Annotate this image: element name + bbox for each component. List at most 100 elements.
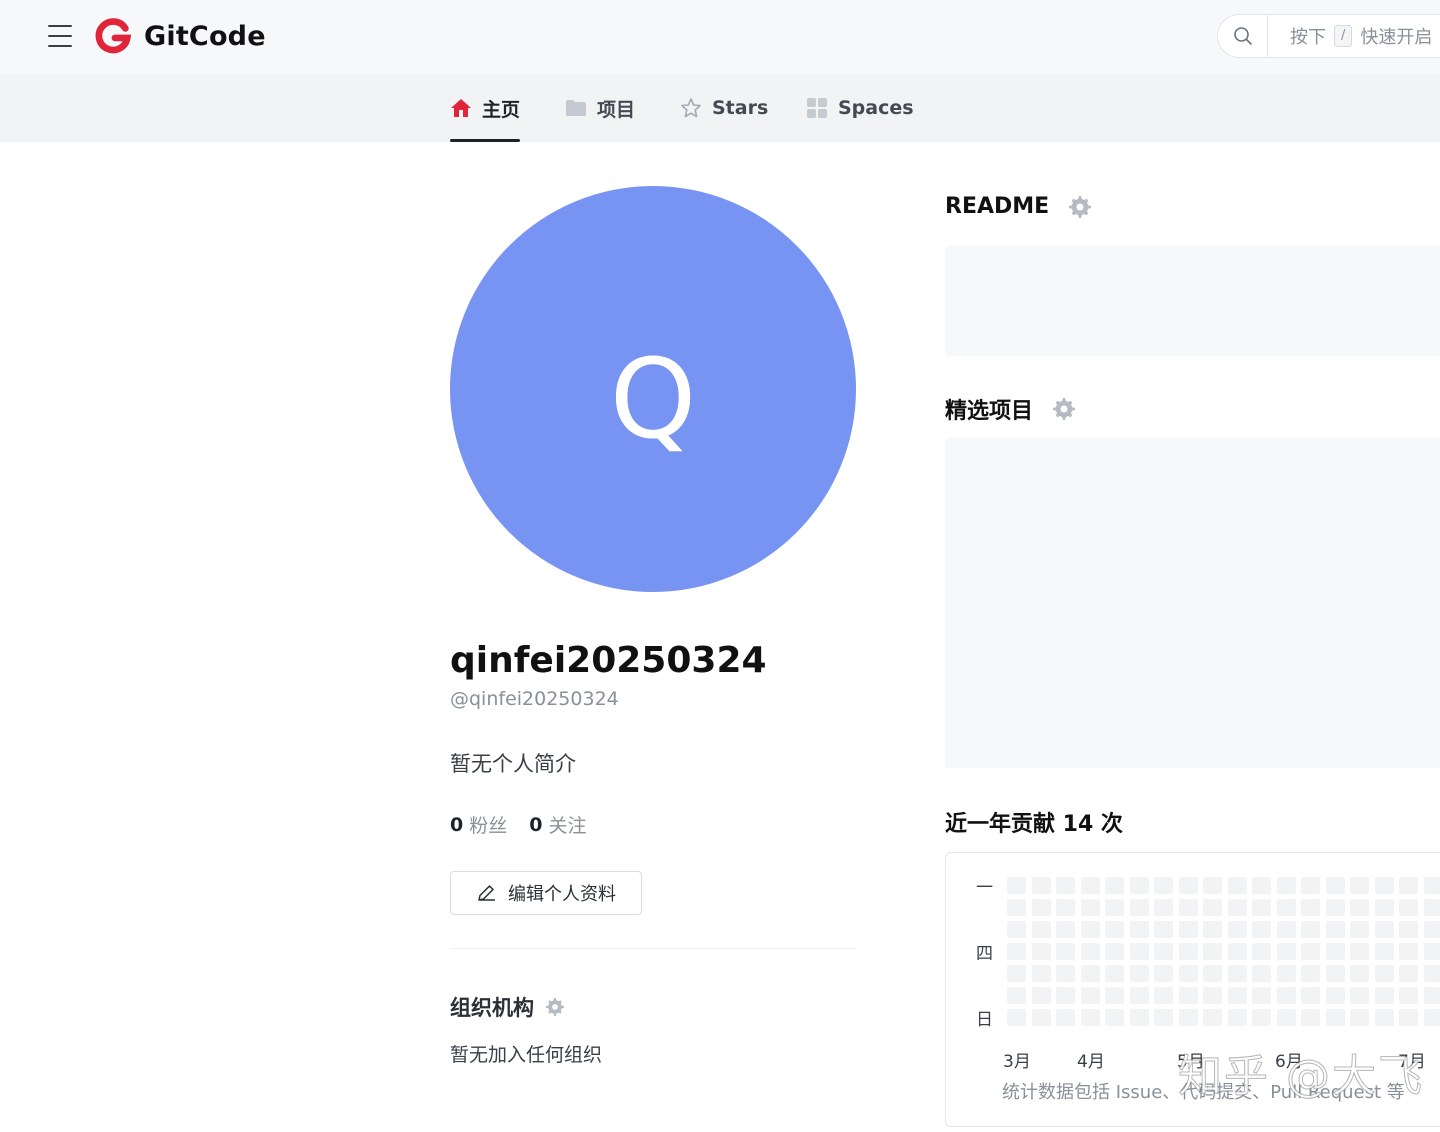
following-count[interactable]: 0 [529, 814, 542, 836]
contribution-cell[interactable] [1252, 899, 1271, 916]
contribution-cell[interactable] [1252, 987, 1271, 1004]
contribution-cell[interactable] [1154, 899, 1173, 916]
contribution-cell[interactable] [1325, 921, 1345, 938]
contribution-cell[interactable] [1301, 943, 1320, 960]
contribution-cell[interactable] [1374, 943, 1394, 960]
contribution-cell[interactable] [1007, 877, 1026, 894]
contribution-cell[interactable] [1031, 921, 1051, 938]
contribution-cell[interactable] [1301, 1009, 1320, 1026]
search-icon[interactable] [1218, 15, 1268, 57]
contribution-cell[interactable] [1423, 1009, 1440, 1026]
contribution-cell[interactable] [1080, 987, 1100, 1004]
contribution-cell[interactable] [1350, 987, 1369, 1004]
contribution-cell[interactable] [1350, 1009, 1369, 1026]
contribution-cell[interactable] [1276, 1009, 1296, 1026]
contribution-cell[interactable] [1105, 987, 1124, 1004]
contribution-cell[interactable] [1105, 965, 1124, 982]
contribution-cell[interactable] [1350, 965, 1369, 982]
contribution-cell[interactable] [1423, 943, 1440, 960]
contribution-cell[interactable] [1374, 921, 1394, 938]
contribution-cell[interactable] [1105, 1009, 1124, 1026]
contribution-cell[interactable] [1325, 1009, 1345, 1026]
contribution-cell[interactable] [1129, 965, 1149, 982]
search-box[interactable]: 按下 / 快速开启 [1217, 14, 1440, 58]
contribution-cell[interactable] [1203, 965, 1222, 982]
contribution-cell[interactable] [1399, 965, 1418, 982]
contribution-cell[interactable] [1154, 1009, 1173, 1026]
contribution-cell[interactable] [1056, 965, 1075, 982]
contribution-cell[interactable] [1399, 921, 1418, 938]
contribution-cell[interactable] [1056, 987, 1075, 1004]
contribution-cell[interactable] [1325, 987, 1345, 1004]
contribution-cell[interactable] [1105, 921, 1124, 938]
contribution-cell[interactable] [1227, 1009, 1247, 1026]
contribution-cell[interactable] [1178, 987, 1198, 1004]
contribution-cell[interactable] [1203, 987, 1222, 1004]
contribution-cell[interactable] [1325, 877, 1345, 894]
contribution-cell[interactable] [1154, 877, 1173, 894]
contribution-cell[interactable] [1423, 965, 1440, 982]
contribution-cell[interactable] [1129, 1009, 1149, 1026]
contribution-cell[interactable] [1374, 987, 1394, 1004]
contribution-cell[interactable] [1252, 943, 1271, 960]
contribution-cell[interactable] [1203, 921, 1222, 938]
contribution-cell[interactable] [1080, 943, 1100, 960]
contribution-cell[interactable] [1056, 921, 1075, 938]
contribution-cell[interactable] [1301, 877, 1320, 894]
contribution-cell[interactable] [1276, 987, 1296, 1004]
contribution-cell[interactable] [1080, 921, 1100, 938]
contribution-cell[interactable] [1399, 987, 1418, 1004]
contribution-cell[interactable] [1007, 1009, 1026, 1026]
contribution-cell[interactable] [1350, 943, 1369, 960]
contribution-cell[interactable] [1423, 877, 1440, 894]
contribution-cell[interactable] [1203, 877, 1222, 894]
contribution-cell[interactable] [1129, 899, 1149, 916]
contribution-cell[interactable] [1227, 877, 1247, 894]
contribution-cell[interactable] [1031, 877, 1051, 894]
gear-icon[interactable] [1053, 398, 1076, 420]
gear-icon[interactable] [1069, 195, 1092, 218]
contribution-cell[interactable] [1423, 899, 1440, 916]
contribution-cell[interactable] [1154, 987, 1173, 1004]
contribution-cell[interactable] [1252, 921, 1271, 938]
contribution-cell[interactable] [1350, 877, 1369, 894]
contribution-cell[interactable] [1105, 943, 1124, 960]
contribution-cell[interactable] [1350, 921, 1369, 938]
contribution-cell[interactable] [1007, 943, 1026, 960]
contribution-cell[interactable] [1374, 877, 1394, 894]
contribution-cell[interactable] [1178, 1009, 1198, 1026]
contribution-cell[interactable] [1276, 965, 1296, 982]
contribution-cell[interactable] [1080, 899, 1100, 916]
contribution-cell[interactable] [1031, 965, 1051, 982]
contribution-cell[interactable] [1056, 899, 1075, 916]
contribution-cell[interactable] [1374, 1009, 1394, 1026]
contribution-cell[interactable] [1350, 899, 1369, 916]
gitcode-logo[interactable]: GitCode [94, 16, 266, 56]
contribution-cell[interactable] [1227, 921, 1247, 938]
contribution-cell[interactable] [1227, 899, 1247, 916]
contribution-cell[interactable] [1056, 1009, 1075, 1026]
contribution-cell[interactable] [1178, 877, 1198, 894]
contribution-cell[interactable] [1423, 921, 1440, 938]
contribution-cell[interactable] [1129, 921, 1149, 938]
contribution-cell[interactable] [1325, 943, 1345, 960]
search-hint[interactable]: 按下 / 快速开启 [1268, 23, 1432, 49]
contribution-cell[interactable] [1203, 1009, 1222, 1026]
contribution-cell[interactable] [1178, 921, 1198, 938]
contribution-cell[interactable] [1178, 943, 1198, 960]
followers-label[interactable]: 粉丝 [469, 811, 507, 838]
contribution-cell[interactable] [1031, 1009, 1051, 1026]
followers-count[interactable]: 0 [450, 814, 463, 836]
contribution-cell[interactable] [1301, 987, 1320, 1004]
contribution-cell[interactable] [1252, 965, 1271, 982]
contribution-cell[interactable] [1203, 899, 1222, 916]
contribution-cell[interactable] [1325, 965, 1345, 982]
contribution-cell[interactable] [1301, 921, 1320, 938]
contribution-cell[interactable] [1031, 943, 1051, 960]
contribution-cell[interactable] [1178, 899, 1198, 916]
contribution-cell[interactable] [1080, 965, 1100, 982]
contribution-cell[interactable] [1276, 921, 1296, 938]
contribution-cell[interactable] [1301, 899, 1320, 916]
contribution-cell[interactable] [1423, 987, 1440, 1004]
contribution-cell[interactable] [1276, 877, 1296, 894]
